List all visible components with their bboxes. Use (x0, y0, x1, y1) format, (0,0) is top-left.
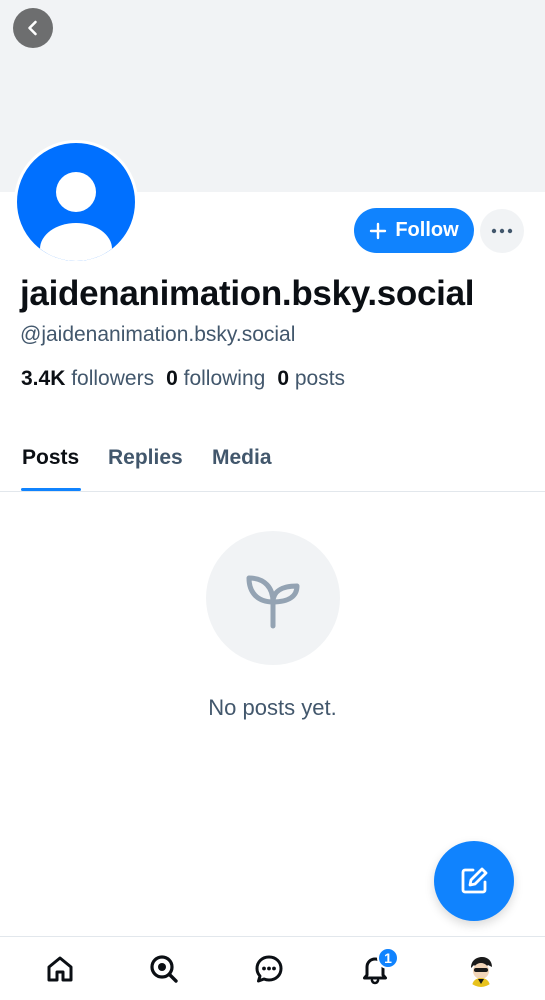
nav-chat[interactable] (251, 951, 287, 987)
search-icon (150, 955, 178, 983)
compose-icon (461, 867, 488, 894)
nav-profile-avatar[interactable] (466, 955, 496, 987)
active-tab-indicator (21, 488, 81, 491)
chevron-left-icon (28, 20, 37, 36)
posts-stat: 0 posts (277, 367, 346, 390)
profile-tabs: Posts Replies Media (0, 430, 545, 492)
chat-icon (255, 955, 283, 983)
more-options-button[interactable] (480, 209, 524, 253)
profile-avatar[interactable] (14, 140, 138, 264)
follow-button-label: Follow (395, 219, 459, 241)
notifications-badge: 1 (377, 947, 399, 969)
avatar-illustration (466, 955, 496, 987)
home-icon (47, 956, 73, 982)
empty-feed-message: No posts yet. (208, 695, 337, 720)
followers-stat[interactable]: 3.4K followers (21, 367, 154, 391)
profile-stats: 3.4K followers 0 following 0 posts (21, 367, 345, 391)
empty-state-illustration (206, 531, 340, 665)
plus-icon (370, 222, 387, 239)
back-button[interactable] (13, 8, 53, 48)
tab-posts[interactable]: Posts (22, 446, 79, 470)
tab-replies[interactable]: Replies (108, 446, 183, 470)
follow-button[interactable]: Follow (354, 208, 474, 253)
compose-post-button[interactable] (434, 841, 514, 921)
nav-home[interactable] (42, 951, 78, 987)
profile-display-name: jaidenanimation.bsky.social (20, 274, 475, 313)
default-user-icon (40, 172, 112, 261)
tab-media[interactable]: Media (212, 446, 272, 470)
nav-search[interactable] (146, 951, 182, 987)
sprout-icon (246, 575, 300, 629)
following-stat[interactable]: 0 following (166, 367, 265, 391)
bottom-navigation (0, 936, 545, 1000)
ellipsis-icon (491, 228, 513, 234)
profile-handle: @jaidenanimation.bsky.social (20, 323, 296, 346)
